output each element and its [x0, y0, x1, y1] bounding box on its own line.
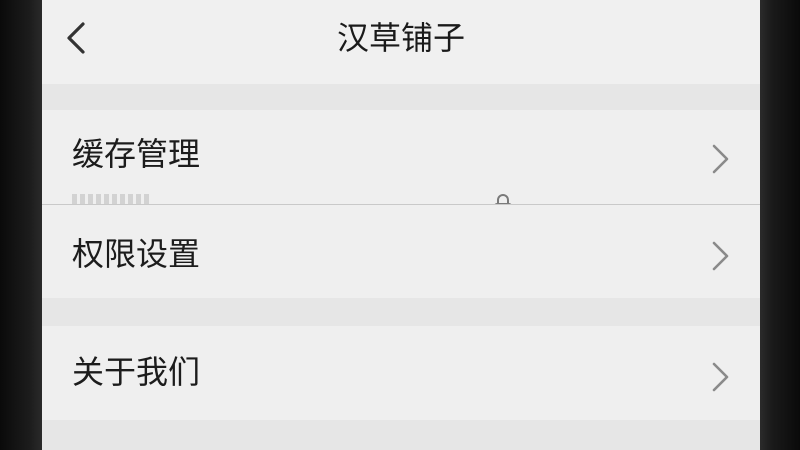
chevron-right-icon — [712, 241, 729, 271]
nav-bar: 汉草铺子 — [42, 0, 760, 84]
section-gap — [42, 84, 760, 110]
phone-screen: 汉草铺子 缓存管理 权限设置 关于我们 — [42, 0, 760, 450]
page-title: 汉草铺子 — [336, 19, 465, 57]
chevron-right-icon — [712, 362, 729, 392]
settings-item-label: 缓存管理 — [72, 135, 201, 173]
device-bezel-right — [760, 0, 800, 450]
settings-item-about[interactable]: 关于我们 — [42, 326, 760, 420]
reflection-smudge — [72, 194, 152, 204]
settings-item-label: 关于我们 — [72, 353, 201, 391]
section-gap — [42, 420, 760, 450]
chevron-right-icon — [712, 144, 729, 174]
settings-item-label: 权限设置 — [72, 235, 201, 273]
device-bezel-left — [0, 0, 42, 450]
settings-item-cache[interactable]: 缓存管理 — [42, 110, 760, 204]
section-gap — [42, 298, 760, 326]
settings-item-permissions[interactable]: 权限设置 — [42, 205, 760, 298]
